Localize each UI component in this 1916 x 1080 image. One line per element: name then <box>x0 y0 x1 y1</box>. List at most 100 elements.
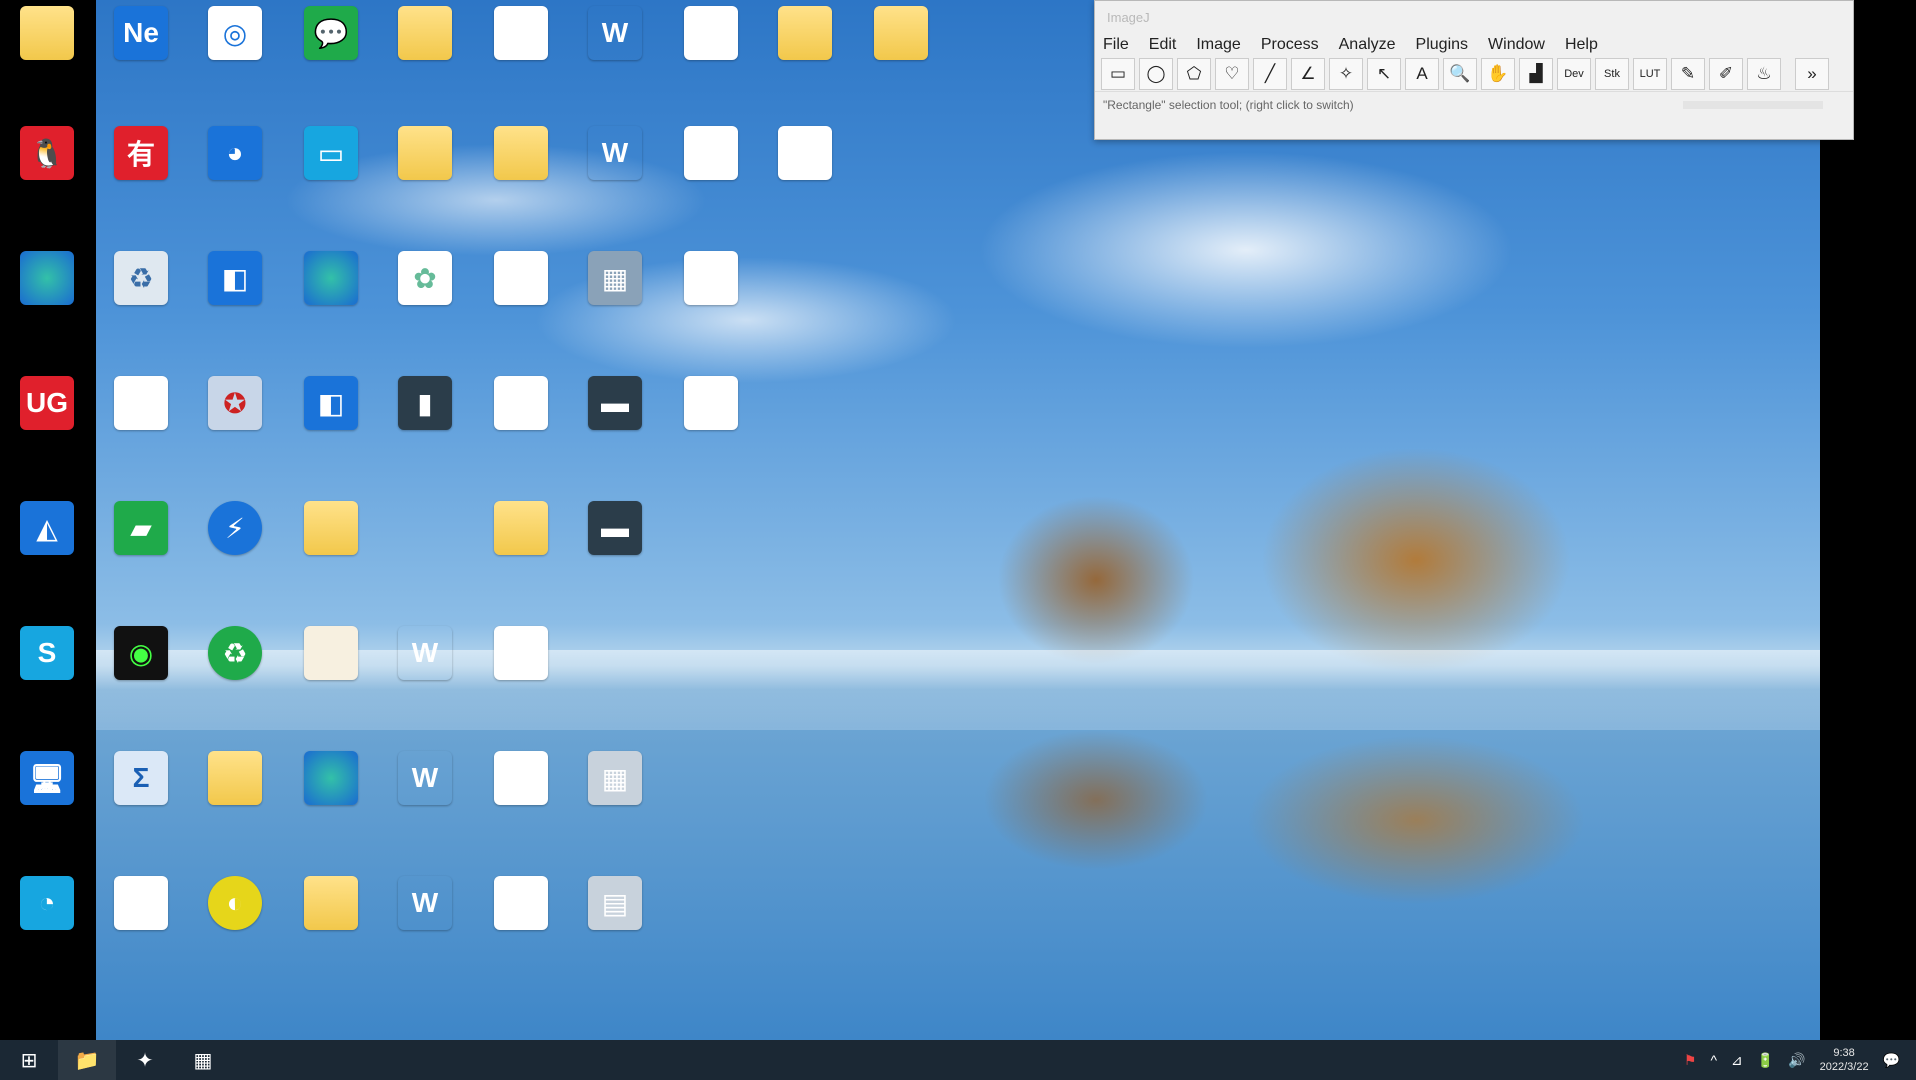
desktop-icon[interactable]: P <box>476 745 566 863</box>
desktop-icon[interactable] <box>286 495 376 613</box>
angle-tool-icon[interactable]: ∠ <box>1291 58 1325 90</box>
show-hidden-icons-icon[interactable]: ^ <box>1710 1052 1717 1068</box>
desktop-icon[interactable] <box>286 870 376 988</box>
pinned-app-icon[interactable]: ▦ <box>174 1040 232 1080</box>
desktop-icon[interactable]: W <box>760 120 850 238</box>
network-icon[interactable]: ⊿ <box>1731 1052 1743 1069</box>
line-tool-icon[interactable]: ╱ <box>1253 58 1287 90</box>
more-tools-icon[interactable]: » <box>1795 58 1829 90</box>
desktop-icon[interactable]: W <box>380 620 470 738</box>
desktop-icon[interactable] <box>286 245 376 363</box>
freehand-tool-icon[interactable]: ♡ <box>1215 58 1249 90</box>
menu-process[interactable]: Process <box>1261 36 1319 54</box>
desktop-icon[interactable]: P <box>476 870 566 988</box>
desktop-icon[interactable]: A <box>96 370 186 488</box>
desktop-icon[interactable]: ▦ <box>570 245 660 363</box>
desktop-icon[interactable] <box>476 120 566 238</box>
volume-icon[interactable]: 🔊 <box>1788 1052 1805 1069</box>
desktop-icon[interactable]: W <box>380 745 470 863</box>
wand-tool-icon[interactable]: ↖ <box>1367 58 1401 90</box>
menu-analyze[interactable]: Analyze <box>1339 36 1396 54</box>
desktop-icon[interactable] <box>760 0 850 118</box>
desktop-icon[interactable]: Σ <box>96 745 186 863</box>
multipoint-tool-icon[interactable]: ✧ <box>1329 58 1363 90</box>
text-tool-icon[interactable]: A <box>1405 58 1439 90</box>
desktop-icon[interactable]: ♻ <box>190 620 280 738</box>
desktop-icon[interactable]: ◐ <box>190 870 280 988</box>
desktop-icon[interactable] <box>856 0 946 118</box>
pencil-tool-icon[interactable]: ✎ <box>1671 58 1705 90</box>
desktop-icon[interactable]: W <box>666 370 756 488</box>
desktop-icon[interactable]: ▭ <box>286 120 376 238</box>
menu-plugins[interactable]: Plugins <box>1416 36 1468 54</box>
flood-fill-tool-icon[interactable]: ♨ <box>1747 58 1781 90</box>
desktop-icon[interactable]: UG <box>2 370 92 488</box>
dev-tool-button[interactable]: Dev <box>1557 58 1591 90</box>
file-explorer-icon[interactable]: 📁 <box>58 1040 116 1080</box>
desktop-icon[interactable] <box>286 745 376 863</box>
desktop-icon[interactable] <box>286 620 376 738</box>
oval-tool-icon[interactable]: ◯ <box>1139 58 1173 90</box>
desktop-icon[interactable]: 💬 <box>286 0 376 118</box>
desktop-icon[interactable]: ▮ <box>380 370 470 488</box>
desktop-icon[interactable]: ◭ <box>2 495 92 613</box>
desktop-icon[interactable]: W <box>476 245 566 363</box>
desktop-icon[interactable]: ◧ <box>286 370 376 488</box>
desktop-icon[interactable]: ▰ <box>96 495 186 613</box>
desktop-icon[interactable]: W <box>476 0 566 118</box>
clock[interactable]: 9:38 2022/3/22 <box>1820 1046 1869 1074</box>
menu-file[interactable]: File <box>1103 36 1129 54</box>
desktop-icon[interactable]: P <box>476 620 566 738</box>
desktop-icon[interactable]: W <box>570 120 660 238</box>
desktop-icon[interactable]: S <box>2 620 92 738</box>
desktop-icon[interactable]: ▬ <box>570 495 660 613</box>
menu-image[interactable]: Image <box>1196 36 1240 54</box>
desktop-icon[interactable] <box>380 0 470 118</box>
desktop-icon[interactable]: ✿ <box>380 245 470 363</box>
stk-tool-button[interactable]: Stk <box>1595 58 1629 90</box>
desktop-icon[interactable]: 🖥 <box>2 745 92 863</box>
color-picker-tool-icon[interactable]: ▟ <box>1519 58 1553 90</box>
desktop-icon[interactable]: ▦ <box>570 745 660 863</box>
desktop-icon[interactable]: ⚡ <box>190 495 280 613</box>
desktop-icon[interactable]: ▤ <box>570 870 660 988</box>
desktop-icon[interactable]: W <box>380 870 470 988</box>
desktop-icon[interactable]: ◎ <box>190 0 280 118</box>
desktop-icon[interactable] <box>2 245 92 363</box>
battery-icon[interactable]: 🔋 <box>1757 1052 1774 1069</box>
polygon-tool-icon[interactable]: ⬠ <box>1177 58 1211 90</box>
desktop-icon[interactable]: ◕ <box>190 120 280 238</box>
desktop-icon[interactable]: ✪ <box>190 370 280 488</box>
menu-edit[interactable]: Edit <box>1149 36 1177 54</box>
desktop-icon[interactable]: ◔ <box>2 870 92 988</box>
desktop-icon[interactable]: W <box>666 0 756 118</box>
desktop-icon[interactable] <box>96 870 186 988</box>
desktop-icon[interactable]: ▬ <box>570 370 660 488</box>
desktop-icon[interactable] <box>190 745 280 863</box>
desktop-icon[interactable] <box>380 120 470 238</box>
desktop-icon[interactable] <box>2 0 92 118</box>
desktop-icon[interactable]: 🐧 <box>2 120 92 238</box>
lut-tool-button[interactable]: LUT <box>1633 58 1667 90</box>
magnifier-tool-icon[interactable]: 🔍 <box>1443 58 1477 90</box>
menu-window[interactable]: Window <box>1488 36 1545 54</box>
tray-app-icon[interactable]: ⚑ <box>1684 1052 1697 1069</box>
desktop-icon[interactable]: W <box>476 370 566 488</box>
desktop-icon[interactable]: W <box>666 245 756 363</box>
desktop-icon[interactable] <box>476 495 566 613</box>
desktop-icon[interactable]: ◧ <box>190 245 280 363</box>
desktop-icon[interactable]: W <box>570 0 660 118</box>
imagej-window[interactable]: ImageJ File Edit Image Process Analyze P… <box>1094 0 1854 140</box>
menu-help[interactable]: Help <box>1565 36 1598 54</box>
desktop-icon[interactable]: Ne <box>96 0 186 118</box>
pinned-app-icon[interactable]: ✦ <box>116 1040 174 1080</box>
notification-icon[interactable]: 💬 <box>1883 1052 1900 1069</box>
desktop-icon[interactable]: 有 <box>96 120 186 238</box>
start-button[interactable]: ⊞ <box>0 1040 58 1080</box>
desktop-icon[interactable]: ◉ <box>96 620 186 738</box>
scroll-tool-icon[interactable]: ✋ <box>1481 58 1515 90</box>
rectangle-tool-icon[interactable]: ▭ <box>1101 58 1135 90</box>
desktop-icon[interactable]: ♻ <box>96 245 186 363</box>
desktop-icon[interactable]: W <box>666 120 756 238</box>
brush-tool-icon[interactable]: ✐ <box>1709 58 1743 90</box>
